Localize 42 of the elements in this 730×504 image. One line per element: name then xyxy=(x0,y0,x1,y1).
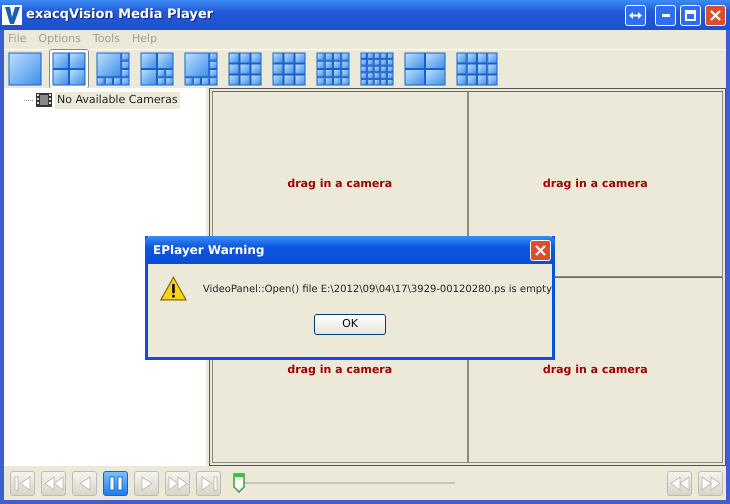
layout-grid-icon xyxy=(52,52,86,86)
layout-grid-icon xyxy=(404,52,446,86)
menu-item[interactable]: File xyxy=(8,31,26,48)
resize-icon xyxy=(628,10,642,20)
layout-grid-icon xyxy=(96,52,130,86)
ok-button[interactable]: OK xyxy=(314,314,386,335)
menu-item[interactable]: Tools xyxy=(92,31,120,48)
app-logo-icon xyxy=(2,4,22,26)
close-button[interactable] xyxy=(530,240,551,260)
video-placeholder-text: drag in a camera xyxy=(287,176,392,192)
layout-grid-icon xyxy=(8,52,42,86)
slider-thumb[interactable] xyxy=(233,473,245,493)
layout-grid-icon xyxy=(456,52,498,86)
minimize-button[interactable] xyxy=(655,4,676,26)
layout-grid-icon xyxy=(140,52,174,86)
skip-start-button[interactable] xyxy=(10,470,35,496)
pause-button[interactable] xyxy=(103,470,128,496)
window-title: exacqVision Media Player xyxy=(26,6,214,24)
dialog-title: EPlayer Warning xyxy=(153,242,266,259)
close-icon xyxy=(535,244,546,256)
tree-connector xyxy=(24,100,33,101)
menu-item[interactable]: Help xyxy=(132,31,158,48)
tree-item[interactable]: No Available Cameras xyxy=(55,92,180,108)
minimize-icon xyxy=(662,14,670,16)
layout-grid-icon xyxy=(228,52,262,86)
layout-grid-icon xyxy=(184,52,218,86)
layout-grid-icon xyxy=(316,52,350,86)
maximize-button[interactable] xyxy=(680,4,701,26)
close-icon xyxy=(710,10,721,20)
layout-grid-icon xyxy=(272,52,306,86)
dialog-message: VideoPanel::Open() file E:\2012\09\04\17\3929-00120280.ps is empty xyxy=(202,282,552,296)
resize-button[interactable] xyxy=(624,4,646,26)
menu-item[interactable]: Options xyxy=(38,31,81,48)
maximize-icon xyxy=(685,10,696,20)
layout-button[interactable] xyxy=(49,49,89,89)
film-icon xyxy=(36,93,52,108)
timeline-slider[interactable] xyxy=(233,472,455,494)
video-placeholder-text: drag in a camera xyxy=(542,362,648,378)
video-placeholder-text: drag in a camera xyxy=(542,176,648,192)
layout-grid-icon xyxy=(360,52,394,86)
close-button[interactable] xyxy=(705,4,726,26)
video-placeholder-text: drag in a camera xyxy=(287,362,392,378)
